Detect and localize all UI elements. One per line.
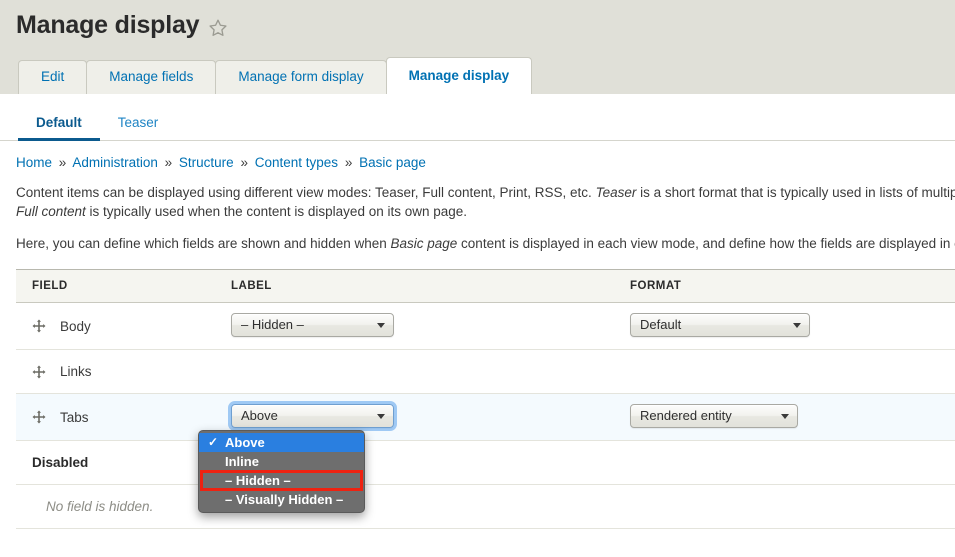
label-cell-links bbox=[215, 349, 614, 395]
tab-edit[interactable]: Edit bbox=[18, 59, 88, 94]
breadcrumb-separator: » bbox=[164, 155, 173, 170]
chevron-down-icon bbox=[377, 323, 385, 329]
breadcrumb-separator: » bbox=[240, 155, 248, 170]
breadcrumb-item-basic-page[interactable]: Basic page bbox=[359, 155, 426, 170]
dropdown-option-visually-hidden[interactable]: – Visually Hidden – bbox=[199, 490, 364, 509]
checkmark-icon: ✓ bbox=[208, 435, 219, 449]
intro-p1-emphasis-full-content: Full content bbox=[16, 204, 86, 220]
label-cell-body: – Hidden – bbox=[215, 302, 614, 351]
table-header-row: FIELD LABEL FORMAT bbox=[16, 269, 955, 304]
format-cell-body: Default bbox=[614, 302, 955, 351]
empty-cell-format bbox=[614, 484, 955, 530]
column-header-label: LABEL bbox=[215, 269, 614, 304]
intro-p1-emphasis-teaser: Teaser bbox=[595, 185, 637, 200]
dropdown-option-inline[interactable]: Inline bbox=[199, 452, 364, 471]
dropdown-option-above[interactable]: ✓ Above bbox=[199, 433, 364, 452]
column-header-field: FIELD bbox=[16, 269, 215, 304]
page-title: Manage display bbox=[16, 11, 200, 39]
format-select-body[interactable]: Default bbox=[630, 313, 810, 338]
tab-manage-display-label: Manage display bbox=[408, 67, 510, 83]
table-row-disabled-region: Disabled bbox=[16, 440, 955, 486]
intro-paragraph-2: Here, you can define which fields are sh… bbox=[16, 234, 955, 253]
intro-paragraph-1: Content items can be displayed using dif… bbox=[16, 183, 955, 221]
field-cell-links: Links bbox=[16, 349, 215, 395]
region-cell-disabled-format bbox=[614, 440, 955, 486]
table-body: Body – Hidden – Default Links Tabs Above… bbox=[16, 302, 955, 530]
chevron-down-icon bbox=[377, 414, 385, 420]
breadcrumb-item-administration[interactable]: Administration bbox=[72, 155, 158, 170]
view-mode-tab-default[interactable]: Default bbox=[18, 114, 100, 142]
dropdown-option-hidden[interactable]: – Hidden – bbox=[199, 470, 364, 491]
field-label-body: Body bbox=[60, 318, 91, 334]
format-select-body-value: Default bbox=[640, 317, 682, 333]
table-row-empty-message: No field is hidden. bbox=[16, 484, 955, 530]
label-select-dropdown-popup[interactable]: ✓ Above Inline – Hidden – – Visually Hid… bbox=[198, 430, 365, 513]
intro-p1-text-a: Content items can be displayed using dif… bbox=[16, 185, 596, 200]
page-header-band: Manage display Edit Manage fields Manage… bbox=[0, 0, 955, 94]
view-mode-tab-teaser[interactable]: Teaser bbox=[100, 115, 177, 140]
breadcrumb-item-home[interactable]: Home bbox=[16, 155, 52, 170]
page-title-row: Manage display bbox=[0, 0, 955, 40]
view-mode-tabs: Default Teaser bbox=[0, 94, 955, 142]
breadcrumb-separator: » bbox=[344, 155, 353, 170]
chevron-down-icon bbox=[781, 414, 789, 420]
label-select-tabs[interactable]: Above bbox=[228, 401, 397, 432]
label-select-tabs-value: Above bbox=[241, 408, 278, 424]
view-mode-tab-default-label: Default bbox=[36, 114, 82, 130]
star-outline-icon[interactable] bbox=[208, 14, 228, 38]
intro-p1-text-c: is typically used when the content is di… bbox=[85, 204, 468, 220]
dropdown-option-hidden-label: – Hidden – bbox=[225, 473, 291, 488]
breadcrumb-item-content-types[interactable]: Content types bbox=[255, 155, 338, 170]
drag-move-icon[interactable] bbox=[32, 319, 46, 333]
column-header-format: FORMAT bbox=[614, 269, 955, 304]
dropdown-option-above-label: Above bbox=[225, 435, 265, 450]
region-title-disabled: Disabled bbox=[32, 455, 89, 471]
format-select-tabs-value: Rendered entity bbox=[640, 408, 732, 424]
breadcrumb-item-structure[interactable]: Structure bbox=[179, 155, 234, 170]
label-select-body[interactable]: – Hidden – bbox=[231, 313, 394, 338]
tab-manage-fields[interactable]: Manage fields bbox=[86, 59, 217, 94]
tab-manage-form-display[interactable]: Manage form display bbox=[215, 59, 387, 94]
view-mode-tab-teaser-label: Teaser bbox=[117, 114, 159, 130]
drag-move-icon[interactable] bbox=[32, 410, 46, 424]
format-cell-tabs: Rendered entity bbox=[614, 393, 955, 442]
field-label-tabs: Tabs bbox=[60, 409, 89, 425]
drag-move-icon[interactable] bbox=[32, 365, 46, 379]
dropdown-option-inline-label: Inline bbox=[225, 454, 259, 469]
tab-manage-display[interactable]: Manage display bbox=[385, 56, 533, 94]
dropdown-option-visually-hidden-label: – Visually Hidden – bbox=[225, 492, 344, 507]
table-row-tabs: Tabs Above Rendered entity bbox=[16, 393, 955, 442]
intro-p2-emphasis-basic-page: Basic page bbox=[390, 236, 458, 252]
page-content: Home » Administration » Structure » Cont… bbox=[0, 141, 955, 530]
format-select-tabs[interactable]: Rendered entity bbox=[630, 404, 798, 429]
region-cell-disabled: Disabled bbox=[16, 440, 215, 486]
empty-message-cell: No field is hidden. bbox=[16, 484, 215, 530]
field-label-links: Links bbox=[60, 364, 92, 380]
tab-manage-form-display-label: Manage form display bbox=[238, 68, 364, 84]
breadcrumb-separator: » bbox=[58, 155, 67, 170]
table-row-links: Links bbox=[16, 349, 955, 395]
field-cell-body: Body bbox=[16, 302, 215, 351]
intro-p2-text-a: Here, you can define which fields are sh… bbox=[16, 236, 391, 252]
table-row-body: Body – Hidden – Default bbox=[16, 302, 955, 351]
tab-manage-fields-label: Manage fields bbox=[109, 68, 194, 84]
chevron-down-icon bbox=[793, 323, 801, 329]
table-head: FIELD LABEL FORMAT bbox=[16, 269, 955, 304]
breadcrumb: Home » Administration » Structure » Cont… bbox=[16, 155, 955, 170]
empty-message-text: No field is hidden. bbox=[46, 499, 154, 515]
label-select-body-value: – Hidden – bbox=[241, 317, 304, 333]
intro-p2-text-b: content is displayed in each view mode, … bbox=[461, 236, 955, 252]
manage-display-table: FIELD LABEL FORMAT Body – Hidden – Defau… bbox=[16, 269, 955, 530]
format-cell-links bbox=[614, 349, 955, 395]
primary-tabs: Edit Manage fields Manage form display M… bbox=[18, 56, 533, 94]
field-cell-tabs: Tabs bbox=[16, 393, 215, 442]
tab-edit-label: Edit bbox=[41, 68, 65, 84]
intro-p1-text-b: is a short format that is typically used… bbox=[640, 185, 955, 200]
